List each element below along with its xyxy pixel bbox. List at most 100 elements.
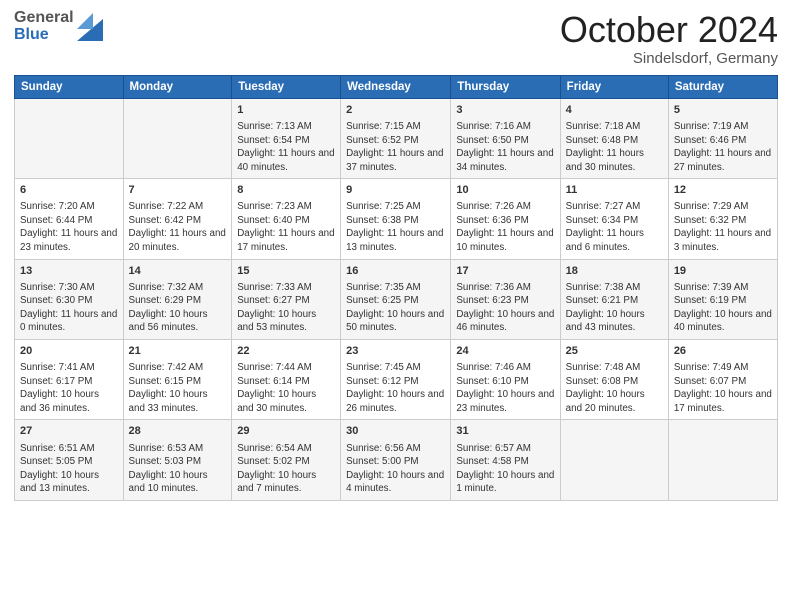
calendar-cell: 13Sunrise: 7:30 AM Sunset: 6:30 PM Dayli… (15, 259, 124, 339)
day-info: Sunrise: 7:26 AM Sunset: 6:36 PM Dayligh… (456, 200, 554, 254)
day-info: Sunrise: 7:29 AM Sunset: 6:32 PM Dayligh… (674, 200, 772, 254)
day-info: Sunrise: 7:45 AM Sunset: 6:12 PM Dayligh… (346, 361, 445, 415)
calendar-header-row: Sunday Monday Tuesday Wednesday Thursday… (15, 75, 778, 98)
day-number: 10 (456, 183, 554, 198)
calendar-cell: 28 Sunrise: 6:53 AM Sunset: 5:03 PM Dayli… (123, 420, 232, 500)
day-info: Sunrise: 7:30 AM Sunset: 6:30 PM Dayligh… (20, 281, 118, 335)
calendar-cell: 31 Sunrise: 6:57 AM Sunset: 4:58 PM Dayli… (451, 420, 560, 500)
day-info: Sunrise: 7:32 AM Sunset: 6:29 PM Dayligh… (129, 281, 227, 335)
day-info: Sunrise: 7:23 AM Sunset: 6:40 PM Dayligh… (237, 200, 335, 254)
calendar-cell: 29 Sunrise: 6:54 AM Sunset: 5:02 PM Dayli… (232, 420, 341, 500)
day-info: Sunrise: 7:18 AM Sunset: 6:48 PM Dayligh… (566, 120, 663, 174)
day-number: 20 (20, 344, 118, 359)
calendar-cell: 8Sunrise: 7:23 AM Sunset: 6:40 PM Daylig… (232, 179, 341, 259)
calendar-cell: 17Sunrise: 7:36 AM Sunset: 6:23 PM Dayli… (451, 259, 560, 339)
calendar-cell: 27 Sunrise: 6:51 AM Sunset: 5:05 PM Dayli… (15, 420, 124, 500)
day-number: 3 (456, 103, 554, 118)
calendar-cell: 19Sunrise: 7:39 AM Sunset: 6:19 PM Dayli… (668, 259, 777, 339)
calendar-cell: 5 Sunrise: 7:19 AM Sunset: 6:46 PM Daylig… (668, 98, 777, 178)
month-title: October 2024 (560, 10, 778, 50)
calendar-cell: 12 Sunrise: 7:29 AM Sunset: 6:32 PM Dayli… (668, 179, 777, 259)
day-number: 5 (674, 103, 772, 118)
calendar-cell: 1 Sunrise: 7:13 AM Sunset: 6:54 PM Daylig… (232, 98, 341, 178)
calendar-cell: 23 Sunrise: 7:45 AM Sunset: 6:12 PM Dayli… (341, 339, 451, 419)
calendar-cell: 26 Sunrise: 7:49 AM Sunset: 6:07 PM Dayli… (668, 339, 777, 419)
calendar-cell (15, 98, 124, 178)
day-number: 24 (456, 344, 554, 359)
day-number: 27 (20, 424, 118, 439)
logo-blue: Blue (14, 27, 74, 44)
calendar-cell (560, 420, 668, 500)
calendar-cell (668, 420, 777, 500)
day-info: Sunrise: 7:38 AM Sunset: 6:21 PM Dayligh… (566, 281, 663, 335)
day-number: 28 (129, 424, 227, 439)
calendar-cell (123, 98, 232, 178)
col-thursday: Thursday (451, 75, 560, 98)
day-info: Sunrise: 7:36 AM Sunset: 6:23 PM Dayligh… (456, 281, 554, 335)
day-info: Sunrise: 7:20 AM Sunset: 6:44 PM Dayligh… (20, 200, 118, 254)
col-friday: Friday (560, 75, 668, 98)
day-number: 23 (346, 344, 445, 359)
title-block: October 2024 Sindelsdorf, Germany (560, 10, 778, 67)
calendar-cell: 18 Sunrise: 7:38 AM Sunset: 6:21 PM Dayli… (560, 259, 668, 339)
day-number: 18 (566, 264, 663, 279)
calendar-table: Sunday Monday Tuesday Wednesday Thursday… (14, 75, 778, 501)
day-number: 22 (237, 344, 335, 359)
calendar-cell: 25 Sunrise: 7:48 AM Sunset: 6:08 PM Dayli… (560, 339, 668, 419)
day-info: Sunrise: 7:16 AM Sunset: 6:50 PM Dayligh… (456, 120, 554, 174)
day-number: 7 (129, 183, 227, 198)
page-header: General Blue October 2024 Sindelsdorf, G… (14, 10, 778, 67)
day-number: 1 (237, 103, 335, 118)
day-number: 12 (674, 183, 772, 198)
logo-icon (77, 9, 103, 41)
calendar-week-4: 20Sunrise: 7:41 AM Sunset: 6:17 PM Dayli… (15, 339, 778, 419)
calendar-cell: 7Sunrise: 7:22 AM Sunset: 6:42 PM Daylig… (123, 179, 232, 259)
day-info: Sunrise: 7:15 AM Sunset: 6:52 PM Dayligh… (346, 120, 445, 174)
col-saturday: Saturday (668, 75, 777, 98)
calendar-cell: 15Sunrise: 7:33 AM Sunset: 6:27 PM Dayli… (232, 259, 341, 339)
col-wednesday: Wednesday (341, 75, 451, 98)
day-info: Sunrise: 7:48 AM Sunset: 6:08 PM Dayligh… (566, 361, 663, 415)
calendar-cell: 20Sunrise: 7:41 AM Sunset: 6:17 PM Dayli… (15, 339, 124, 419)
location: Sindelsdorf, Germany (560, 50, 778, 67)
calendar-cell: 3 Sunrise: 7:16 AM Sunset: 6:50 PM Daylig… (451, 98, 560, 178)
day-info: Sunrise: 7:49 AM Sunset: 6:07 PM Dayligh… (674, 361, 772, 415)
calendar-cell: 6 Sunrise: 7:20 AM Sunset: 6:44 PM Daylig… (15, 179, 124, 259)
day-info: Sunrise: 6:54 AM Sunset: 5:02 PM Dayligh… (237, 442, 335, 496)
day-info: Sunrise: 6:53 AM Sunset: 5:03 PM Dayligh… (129, 442, 227, 496)
day-info: Sunrise: 6:51 AM Sunset: 5:05 PM Dayligh… (20, 442, 118, 496)
day-info: Sunrise: 7:42 AM Sunset: 6:15 PM Dayligh… (129, 361, 227, 415)
day-number: 6 (20, 183, 118, 198)
day-number: 31 (456, 424, 554, 439)
day-info: Sunrise: 6:57 AM Sunset: 4:58 PM Dayligh… (456, 442, 554, 496)
day-number: 19 (674, 264, 772, 279)
day-number: 9 (346, 183, 445, 198)
day-info: Sunrise: 7:19 AM Sunset: 6:46 PM Dayligh… (674, 120, 772, 174)
calendar-cell: 10 Sunrise: 7:26 AM Sunset: 6:36 PM Dayli… (451, 179, 560, 259)
day-info: Sunrise: 7:35 AM Sunset: 6:25 PM Dayligh… (346, 281, 445, 335)
day-info: Sunrise: 7:27 AM Sunset: 6:34 PM Dayligh… (566, 200, 663, 254)
calendar-cell: 24Sunrise: 7:46 AM Sunset: 6:10 PM Dayli… (451, 339, 560, 419)
day-number: 11 (566, 183, 663, 198)
calendar-cell: 22 Sunrise: 7:44 AM Sunset: 6:14 PM Dayli… (232, 339, 341, 419)
day-number: 25 (566, 344, 663, 359)
day-info: Sunrise: 7:44 AM Sunset: 6:14 PM Dayligh… (237, 361, 335, 415)
logo: General Blue (14, 10, 103, 44)
day-info: Sunrise: 7:13 AM Sunset: 6:54 PM Dayligh… (237, 120, 335, 174)
col-tuesday: Tuesday (232, 75, 341, 98)
day-number: 14 (129, 264, 227, 279)
col-sunday: Sunday (15, 75, 124, 98)
calendar-cell: 2 Sunrise: 7:15 AM Sunset: 6:52 PM Daylig… (341, 98, 451, 178)
day-number: 29 (237, 424, 335, 439)
day-number: 4 (566, 103, 663, 118)
day-number: 16 (346, 264, 445, 279)
calendar-week-3: 13Sunrise: 7:30 AM Sunset: 6:30 PM Dayli… (15, 259, 778, 339)
calendar-cell: 14 Sunrise: 7:32 AM Sunset: 6:29 PM Dayli… (123, 259, 232, 339)
day-number: 2 (346, 103, 445, 118)
logo-general: General (14, 10, 74, 27)
calendar-cell: 30Sunrise: 6:56 AM Sunset: 5:00 PM Dayli… (341, 420, 451, 500)
calendar-cell: 9Sunrise: 7:25 AM Sunset: 6:38 PM Daylig… (341, 179, 451, 259)
calendar-week-2: 6 Sunrise: 7:20 AM Sunset: 6:44 PM Daylig… (15, 179, 778, 259)
calendar-cell: 21Sunrise: 7:42 AM Sunset: 6:15 PM Dayli… (123, 339, 232, 419)
day-number: 26 (674, 344, 772, 359)
